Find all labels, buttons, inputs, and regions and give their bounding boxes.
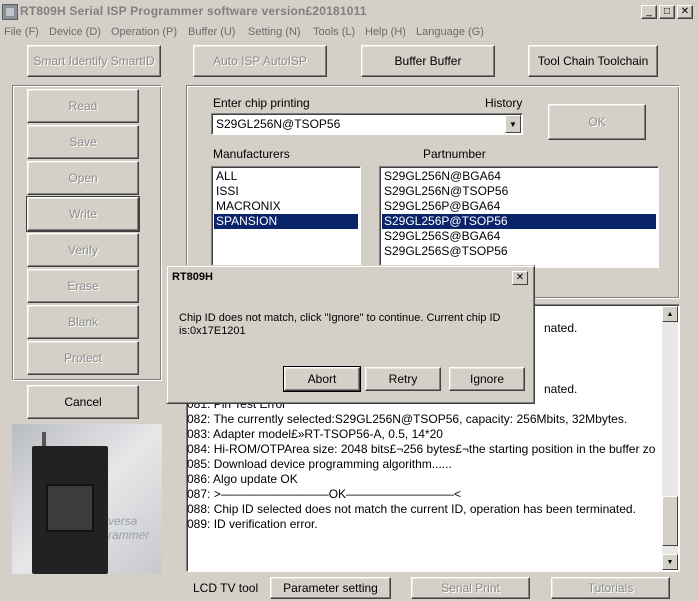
parameter-setting-button[interactable]: Parameter setting <box>270 577 391 599</box>
tool-chain-button[interactable]: Tool Chain Toolchain <box>528 45 658 77</box>
menu-tools[interactable]: Tools (L) <box>313 26 355 38</box>
ok-button[interactable]: OK <box>548 104 646 140</box>
manufacturers-label: Manufacturers <box>213 147 290 161</box>
scroll-up-icon[interactable]: ▲ <box>662 306 678 322</box>
log-line: nated. <box>544 382 578 396</box>
menu-buffer[interactable]: Buffer (U) <box>188 26 235 38</box>
list-item[interactable]: S29GL256S@TSOP56 <box>382 244 656 259</box>
maximize-button[interactable]: □ <box>659 5 675 19</box>
ignore-button[interactable]: Ignore <box>449 367 525 391</box>
close-button[interactable]: ✕ <box>677 5 693 19</box>
list-item[interactable]: S29GL256P@TSOP56 <box>382 214 656 229</box>
app-icon <box>2 4 18 20</box>
log-scrollbar[interactable]: ▲ ▼ <box>662 306 678 570</box>
list-item[interactable]: MACRONIX <box>214 199 358 214</box>
lcd-tv-tool-label[interactable]: LCD TV tool <box>193 581 258 595</box>
menu-file[interactable]: File (F) <box>4 26 39 38</box>
abort-button[interactable]: Abort <box>283 366 361 392</box>
tutorials-button[interactable]: Tutorials <box>551 577 670 599</box>
menu-help[interactable]: Help (H) <box>365 26 406 38</box>
log-line: 082: The currently selected:S29GL256N@TS… <box>187 412 628 426</box>
log-line: 087: >—————————OK—————————< <box>187 487 462 501</box>
dialog-title: RT809H <box>172 271 213 283</box>
title-bar: RT809H Serial ISP Programmer software ve… <box>0 0 698 24</box>
list-item[interactable]: S29GL256N@TSOP56 <box>382 184 656 199</box>
list-item[interactable]: ISSI <box>214 184 358 199</box>
buffer-button[interactable]: Buffer Buffer <box>361 45 495 77</box>
menu-operation[interactable]: Operation (P) <box>111 26 177 38</box>
protect-button[interactable]: Protect <box>27 341 139 375</box>
error-dialog: RT809H ✕ Chip ID does not match, click "… <box>166 265 535 404</box>
serial-print-button[interactable]: Serial Print <box>411 577 530 599</box>
save-button[interactable]: Save <box>27 125 139 159</box>
manufacturers-list[interactable]: ALL ISSI MACRONIX SPANSION <box>211 166 361 268</box>
chevron-down-icon[interactable]: ▼ <box>505 115 521 133</box>
photo-chip-socket <box>46 484 94 532</box>
open-button[interactable]: Open <box>27 161 139 195</box>
blank-button[interactable]: Blank <box>27 305 139 339</box>
log-line: 086: Algo update OK <box>187 472 298 486</box>
enter-chip-label: Enter chip printing <box>213 96 310 110</box>
log-line: 085: Download device programming algorit… <box>187 457 452 471</box>
erase-button[interactable]: Erase <box>27 269 139 303</box>
menu-language[interactable]: Language (G) <box>416 26 484 38</box>
dialog-close-icon[interactable]: ✕ <box>512 271 528 285</box>
window-title: RT809H Serial ISP Programmer software ve… <box>20 4 367 18</box>
write-button[interactable]: Write <box>26 196 140 232</box>
log-line: 089: ID verification error. <box>187 517 318 531</box>
menu-device[interactable]: Device (D) <box>49 26 101 38</box>
list-item[interactable]: ALL <box>214 169 358 184</box>
list-item[interactable]: S29GL256N@BGA64 <box>382 169 656 184</box>
verify-button[interactable]: Verify <box>27 233 139 267</box>
list-item[interactable]: S29GL256P@BGA64 <box>382 199 656 214</box>
partnumber-label: Partnumber <box>423 147 486 161</box>
dialog-title-bar: RT809H ✕ <box>170 269 531 287</box>
list-item[interactable]: SPANSION <box>214 214 358 229</box>
log-line: 083: Adapter model£»RT-TSOP56-A, 0.5, 14… <box>187 427 443 441</box>
retry-button[interactable]: Retry <box>365 367 441 391</box>
auto-isp-button[interactable]: Auto ISP AutoISP <box>193 45 327 77</box>
history-label: History <box>485 96 523 110</box>
programmer-photo: versa rammer <box>12 424 162 574</box>
scroll-thumb[interactable] <box>662 496 678 546</box>
menu-setting[interactable]: Setting (N) <box>248 26 301 38</box>
minimize-button[interactable]: _ <box>641 5 657 19</box>
scroll-down-icon[interactable]: ▼ <box>662 554 678 570</box>
read-button[interactable]: Read <box>27 89 139 123</box>
smart-identify-button[interactable]: Smart Identify SmartID <box>27 45 161 77</box>
log-line: 084: Hi-ROM/OTPArea size: 2048 bits£¬256… <box>187 442 656 456</box>
cancel-button[interactable]: Cancel <box>27 385 139 419</box>
chip-combobox-value: S29GL256N@TSOP56 <box>216 117 341 131</box>
dialog-message: Chip ID does not match, click "Ignore" t… <box>179 312 501 337</box>
list-item[interactable]: S29GL256S@BGA64 <box>382 229 656 244</box>
menu-bar: File (F) Device (D) Operation (P) Buffer… <box>0 24 698 42</box>
log-line: 088: Chip ID selected does not match the… <box>187 502 636 516</box>
chip-combobox[interactable]: S29GL256N@TSOP56 ▼ <box>211 113 523 135</box>
photo-label: versa rammer <box>108 514 150 542</box>
partnumber-list[interactable]: S29GL256N@BGA64 S29GL256N@TSOP56 S29GL25… <box>379 166 659 268</box>
log-line: nated. <box>544 321 578 335</box>
